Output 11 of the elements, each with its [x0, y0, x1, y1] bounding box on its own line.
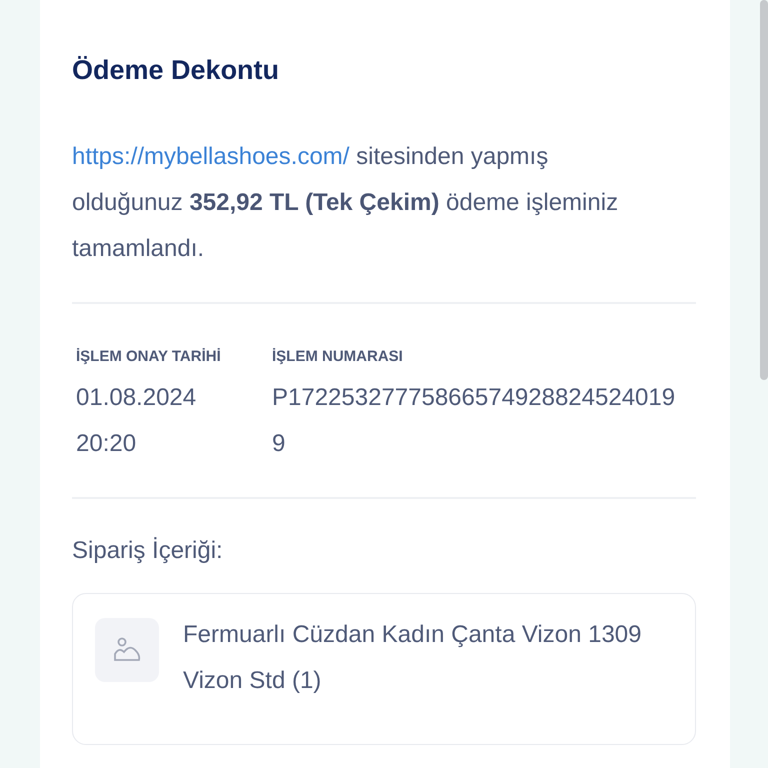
item-name: Fermuarlı Cüzdan Kadın Çanta Vizon 1309 Vizon Std (1) — [183, 620, 642, 696]
scrollbar[interactable] — [760, 0, 768, 380]
page-title: Ödeme Dekontu — [72, 54, 280, 87]
detail-label: İŞLEM NUMARASI — [272, 348, 404, 365]
order-heading: Sipariş İçeriği: — [72, 537, 224, 565]
detail-value: 01.08.2024 20:20 — [76, 383, 198, 459]
detail-value: P17225327775866574928824524019 9 — [272, 383, 676, 459]
image-placeholder-icon — [95, 618, 159, 682]
site-link[interactable]: https://mybellashoes.com/ — [72, 143, 350, 170]
detail-label: İŞLEM ONAY TARİHİ — [76, 348, 222, 365]
confirmation-message: https://mybellashoes.com/ sitesinden yapmış olduğunuz 352,92 TL (Tek Çekim) ödeme işleminiz tamamlandı. — [72, 142, 620, 264]
